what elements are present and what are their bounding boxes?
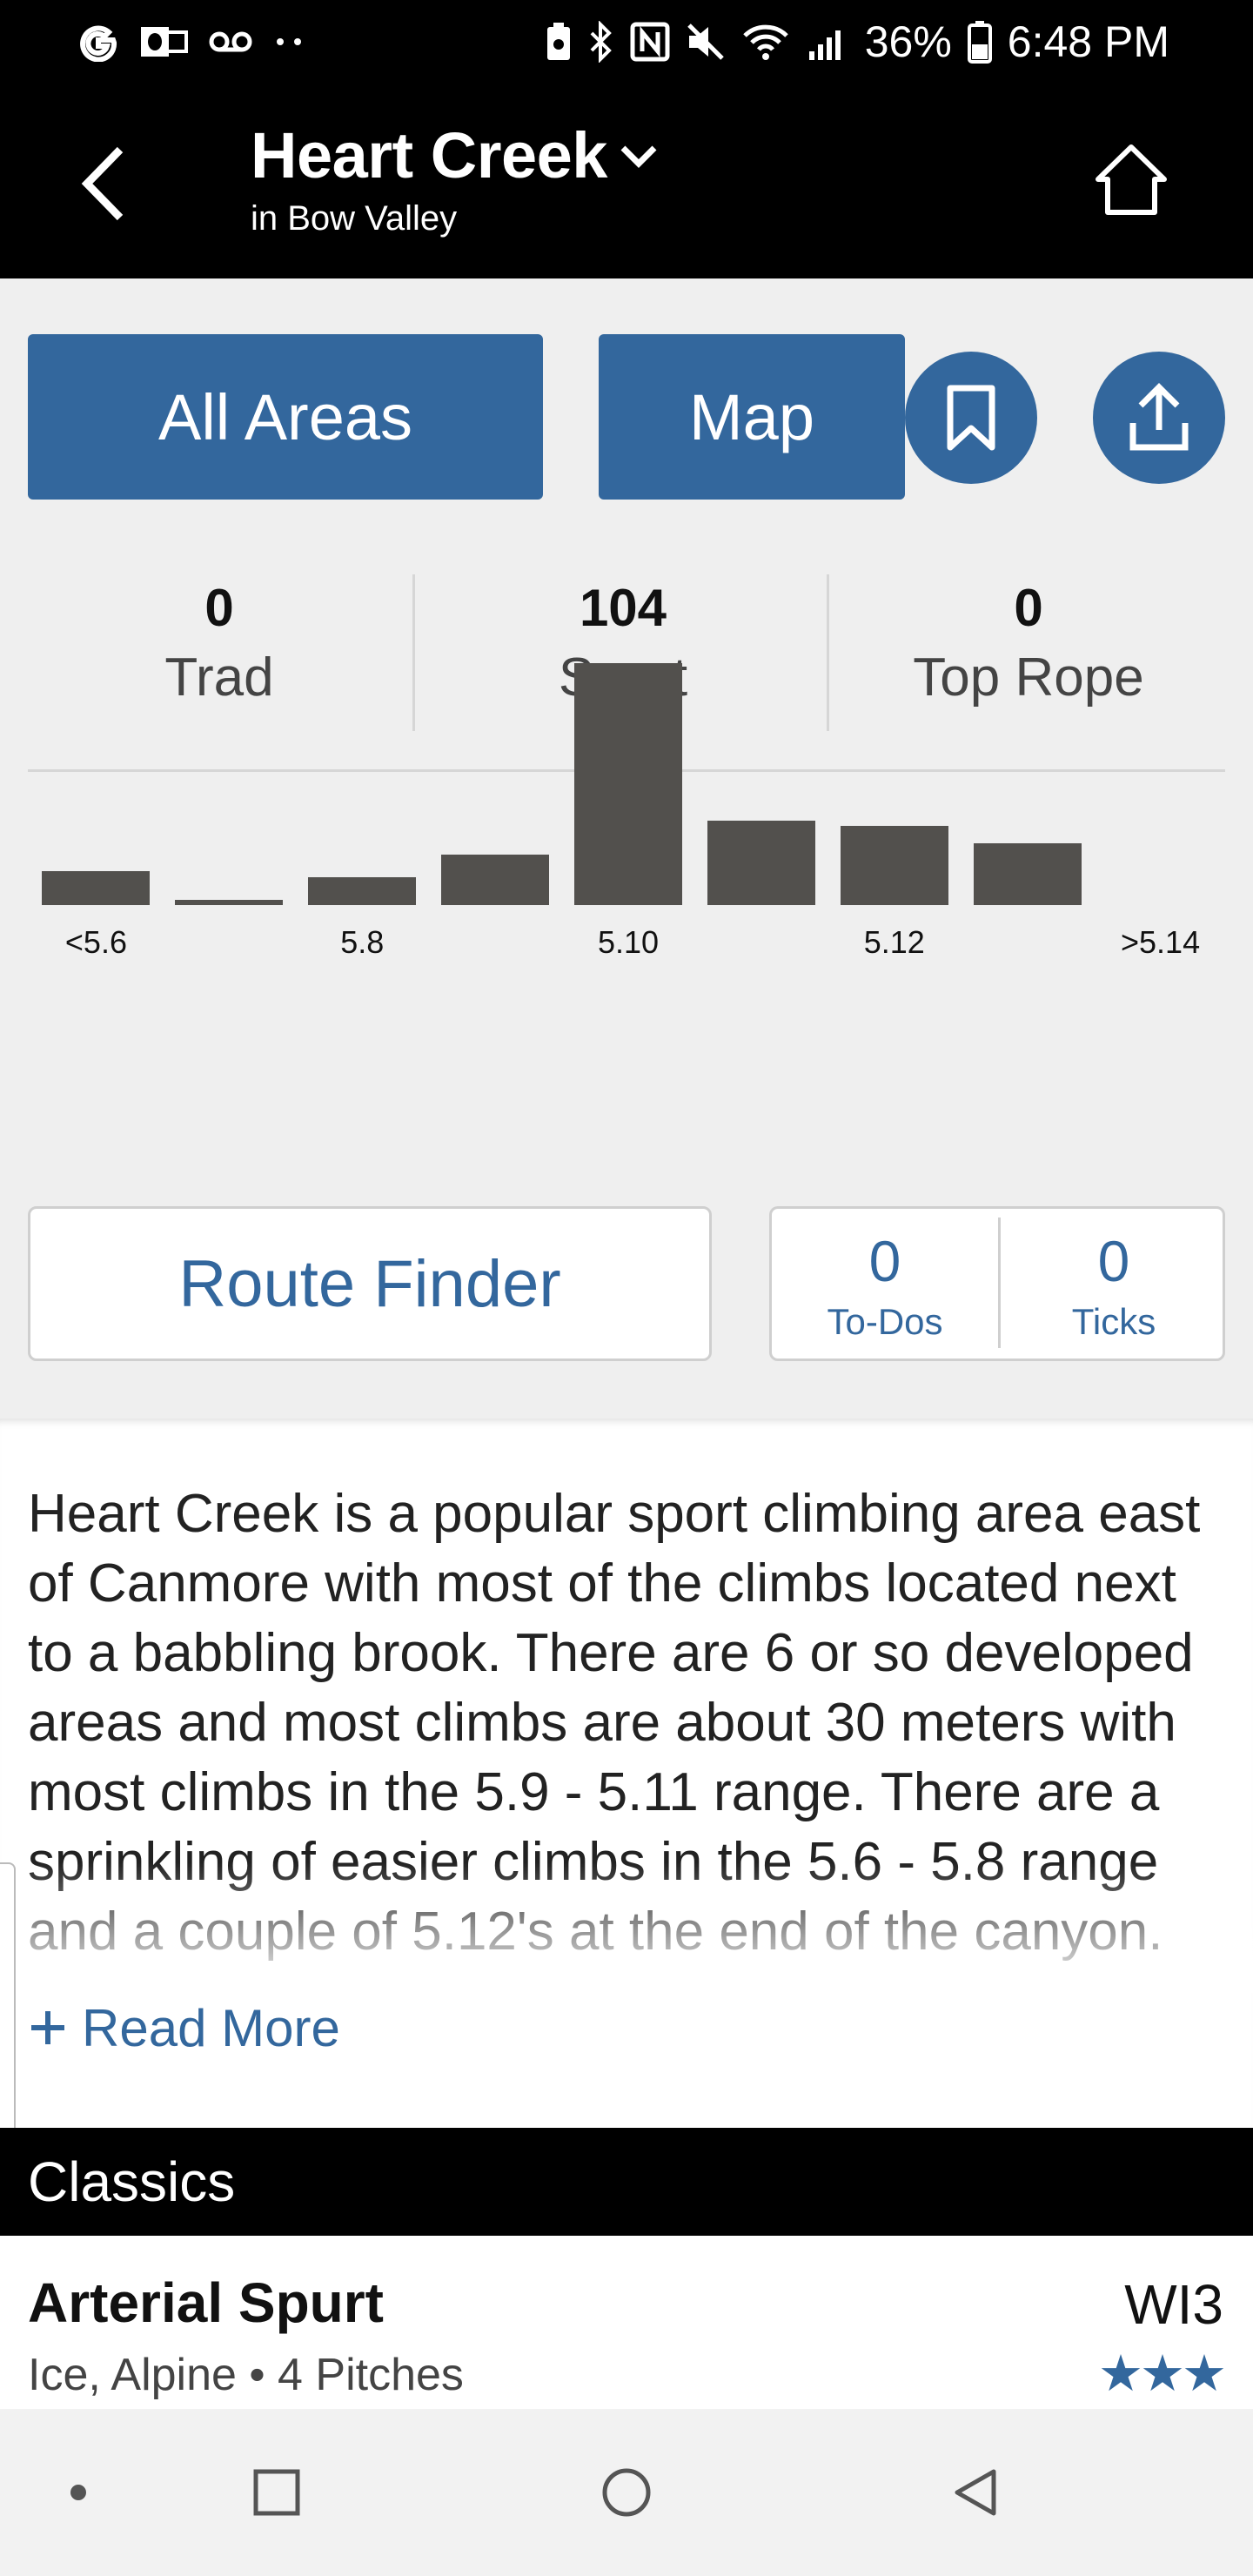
description-fade xyxy=(0,1862,1253,1993)
home-button[interactable] xyxy=(1088,136,1175,223)
clock: 6:48 PM xyxy=(1007,17,1169,66)
back-button[interactable] xyxy=(61,136,148,231)
histogram-tick-label: <5.6 xyxy=(64,924,127,960)
nav-dot-button[interactable] xyxy=(35,2449,122,2536)
home-circle-icon xyxy=(602,2468,651,2517)
status-bar: 36% 6:48 PM xyxy=(0,0,1253,84)
route-grade: WI3 xyxy=(1124,2273,1223,2336)
read-more-label: Read More xyxy=(82,1998,340,2057)
battery-saver-icon xyxy=(545,22,573,62)
count-label: Top Rope xyxy=(913,647,1144,708)
todo-tick-tally: 0 To-Dos 0 Ticks xyxy=(769,1206,1225,1361)
chevron-down-icon xyxy=(620,145,657,168)
count-label: Trad xyxy=(164,647,274,708)
page-title: Heart Creek xyxy=(251,119,607,191)
todos-button[interactable]: 0 To-Dos xyxy=(772,1209,998,1358)
histogram-tick-label: 5.8 xyxy=(340,924,385,960)
share-icon xyxy=(1129,383,1189,451)
todos-count: 0 xyxy=(868,1229,901,1293)
signal-icon xyxy=(806,22,849,62)
histogram-bar xyxy=(42,871,151,905)
more-dots-icon xyxy=(273,33,305,50)
histogram-bar xyxy=(308,877,417,905)
title-row: Heart Creek xyxy=(251,118,658,192)
count-top-rope: 0 Top Rope xyxy=(832,557,1225,722)
classics-header: Classics xyxy=(0,2128,1253,2236)
outlook-icon xyxy=(139,22,188,62)
histogram-tick-label: >5.14 xyxy=(1121,924,1201,960)
read-more-link[interactable]: Read More xyxy=(28,1993,340,2063)
battery-percent: 36% xyxy=(864,17,952,66)
app-root: 36% 6:48 PM Heart Creek in Bow Valley Al… xyxy=(0,0,1253,2576)
google-icon xyxy=(78,22,118,62)
route-name: Arterial Spurt xyxy=(28,2271,384,2334)
count-value: 0 xyxy=(1014,579,1043,637)
mute-icon xyxy=(686,22,726,62)
map-button[interactable]: Map xyxy=(599,334,905,500)
area-summary-panel: All Areas Map 0 Trad 104 Sport 0 Top Rop… xyxy=(0,278,1253,1419)
all-areas-button[interactable]: All Areas xyxy=(28,334,543,500)
ticks-button[interactable]: 0 Ticks xyxy=(1001,1209,1227,1358)
status-left xyxy=(78,12,305,71)
system-back-button[interactable] xyxy=(933,2449,1020,2536)
recents-button[interactable] xyxy=(233,2449,320,2536)
system-nav-bar xyxy=(0,2409,1253,2576)
plus-icon xyxy=(31,2011,64,2044)
bluetooth-icon xyxy=(588,21,614,63)
route-meta: Ice, Alpine • 4 Pitches xyxy=(28,2350,464,2400)
dot-icon xyxy=(70,2485,86,2500)
classic-route-row[interactable]: Arterial Spurt Ice, Alpine • 4 Pitches W… xyxy=(0,2236,1253,2410)
back-icon xyxy=(81,146,124,221)
histogram-bar xyxy=(707,821,815,905)
status-right: 36% 6:48 PM xyxy=(545,12,1169,71)
route-finder-button[interactable]: Route Finder xyxy=(28,1206,712,1361)
histogram-bar xyxy=(574,663,682,905)
ticks-count: 0 xyxy=(1097,1229,1130,1293)
count-value: 0 xyxy=(204,579,234,637)
area-title-dropdown[interactable]: Heart Creek in Bow Valley xyxy=(251,118,658,238)
histogram-bar xyxy=(973,843,1082,905)
route-stars: ★★★ xyxy=(1098,2345,1227,2402)
histogram-bar xyxy=(175,900,284,905)
bookmark-icon xyxy=(947,385,995,451)
bookmark-button[interactable] xyxy=(905,352,1037,484)
histogram-tick-label: 5.10 xyxy=(597,924,660,960)
divider xyxy=(827,574,829,731)
nfc-icon xyxy=(630,22,670,62)
area-description: Heart Creek is a popular sport climbing … xyxy=(0,1419,1253,2128)
histogram-tick-label: 5.12 xyxy=(863,924,925,960)
divider xyxy=(412,574,415,731)
system-home-button[interactable] xyxy=(583,2449,670,2536)
app-header: Heart Creek in Bow Valley xyxy=(0,84,1253,278)
voicemail-icon xyxy=(209,29,252,55)
back-triangle-icon xyxy=(955,2469,996,2516)
share-button[interactable] xyxy=(1093,352,1225,484)
home-icon xyxy=(1096,144,1167,215)
todos-label: To-Dos xyxy=(827,1301,943,1342)
battery-icon xyxy=(967,20,992,64)
count-trad: 0 Trad xyxy=(28,557,411,722)
page-subtitle: in Bow Valley xyxy=(251,199,458,238)
recents-icon xyxy=(253,2469,300,2516)
wifi-icon xyxy=(741,22,790,62)
ticks-label: Ticks xyxy=(1071,1301,1156,1342)
histogram-bar xyxy=(840,826,948,905)
histogram-bar xyxy=(441,855,550,905)
count-value: 104 xyxy=(579,579,667,637)
